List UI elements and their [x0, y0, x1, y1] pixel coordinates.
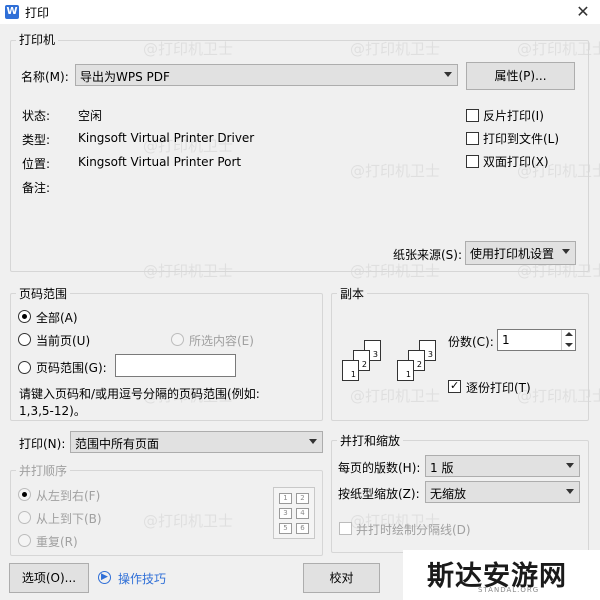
- top-to-bottom-label[interactable]: 从上到下(B): [36, 510, 102, 527]
- print-what-select[interactable]: 范围中所有页面: [70, 431, 323, 453]
- wps-app-icon: W: [5, 5, 19, 19]
- printer-name-select[interactable]: 导出为WPS PDF: [75, 64, 458, 86]
- page-sheet-icon: 1: [342, 360, 359, 381]
- pages-per-sheet-label: 每页的版数(H):: [338, 461, 421, 475]
- close-icon[interactable]: ✕: [572, 0, 594, 24]
- reverse-print-checkbox[interactable]: [466, 109, 479, 122]
- printer-group-label: 打印机: [16, 31, 59, 48]
- collate-pages-icon: 3 2 1: [397, 340, 447, 390]
- preview-cell: 1: [279, 493, 292, 504]
- spin-down-icon[interactable]: [561, 340, 575, 350]
- scale-select[interactable]: 无缩放: [425, 481, 580, 503]
- scale-value: 无缩放: [430, 487, 467, 501]
- page-range-group-label: 页码范围: [16, 285, 71, 302]
- reverse-print-label[interactable]: 反片打印(I): [483, 107, 544, 124]
- preview-cell: 4: [296, 508, 309, 519]
- left-to-right-label[interactable]: 从左到右(F): [36, 487, 100, 504]
- duplex-print-label[interactable]: 双面打印(X): [483, 153, 549, 170]
- brand-logo-subtext: STANDAL.ORG: [478, 586, 540, 594]
- range-selection-radio[interactable]: [171, 333, 184, 346]
- window-title: 打印: [25, 6, 50, 20]
- collate-order-preview: 1 2 3 4 5 6: [273, 487, 315, 539]
- print-what-label: 打印(N):: [19, 437, 66, 451]
- page-range-input[interactable]: [115, 354, 236, 377]
- top-to-bottom-radio[interactable]: [18, 511, 31, 524]
- collate-label[interactable]: 逐份打印(T): [466, 379, 531, 396]
- pages-per-sheet-select[interactable]: 1 版: [425, 455, 580, 477]
- play-icon: ▶: [98, 571, 111, 584]
- paper-source-label: 纸张来源(S):: [393, 248, 463, 262]
- printer-name-value: 导出为WPS PDF: [80, 70, 170, 84]
- title-bar: [0, 0, 600, 24]
- range-all-label[interactable]: 全部(A): [36, 309, 78, 326]
- collate-pages-icon: 3 2 1: [342, 340, 392, 390]
- range-pages-label[interactable]: 页码范围(G):: [36, 359, 107, 376]
- repeat-radio[interactable]: [18, 534, 31, 547]
- type-label: 类型:: [22, 133, 51, 147]
- proof-button[interactable]: 校对: [303, 563, 380, 593]
- print-to-file-checkbox[interactable]: [466, 132, 479, 145]
- page-sheet-icon: 1: [397, 360, 414, 381]
- scale-label: 按纸型缩放(Z):: [338, 487, 420, 501]
- location-label: 位置:: [22, 157, 51, 171]
- chevron-down-icon: [562, 249, 570, 254]
- status-value: 空闲: [78, 109, 103, 123]
- spin-up-icon[interactable]: [561, 330, 575, 340]
- copies-count-input[interactable]: 1: [497, 329, 576, 351]
- range-hint-line2: 1,3,5-12)。: [19, 404, 86, 418]
- print-to-file-label[interactable]: 打印到文件(L): [483, 130, 559, 147]
- preview-cell: 3: [279, 508, 292, 519]
- paper-source-value: 使用打印机设置: [470, 247, 555, 261]
- range-current-radio[interactable]: [18, 333, 31, 346]
- range-current-label[interactable]: 当前页(U): [36, 332, 90, 349]
- repeat-label[interactable]: 重复(R): [36, 533, 78, 550]
- range-selection-label[interactable]: 所选内容(E): [189, 332, 254, 349]
- chevron-down-icon: [309, 439, 317, 444]
- draw-separators-checkbox[interactable]: [339, 522, 352, 535]
- print-what-value: 范围中所有页面: [75, 437, 160, 451]
- draw-separators-label[interactable]: 并打时绘制分隔线(D): [356, 521, 471, 538]
- printer-name-label: 名称(M):: [21, 70, 69, 84]
- location-value: Kingsoft Virtual Printer Port: [78, 155, 242, 169]
- copies-count-value: 1: [502, 333, 510, 347]
- preview-cell: 5: [279, 523, 292, 534]
- range-all-radio[interactable]: [18, 310, 31, 323]
- options-button[interactable]: 选项(O)...: [9, 563, 89, 593]
- copies-group-label: 副本: [337, 285, 368, 302]
- preview-cell: 6: [296, 523, 309, 534]
- comment-label: 备注:: [22, 181, 51, 195]
- properties-button[interactable]: 属性(P)...: [466, 62, 575, 90]
- zoom-group-label: 并打和缩放: [337, 432, 404, 449]
- range-pages-radio[interactable]: [18, 361, 31, 374]
- collate-checkbox[interactable]: [448, 379, 461, 393]
- duplex-print-checkbox[interactable]: [466, 155, 479, 168]
- collate-order-group-label: 并打顺序: [16, 462, 71, 479]
- range-hint-line1: 请键入页码和/或用逗号分隔的页码范围(例如:: [19, 387, 260, 401]
- tips-link[interactable]: 操作技巧: [118, 570, 166, 587]
- left-to-right-radio[interactable]: [18, 488, 31, 501]
- type-value: Kingsoft Virtual Printer Driver: [78, 131, 255, 145]
- chevron-down-icon: [566, 489, 574, 494]
- copies-count-label: 份数(C):: [448, 335, 494, 349]
- pages-per-sheet-value: 1 版: [430, 461, 454, 475]
- paper-source-select[interactable]: 使用打印机设置: [465, 241, 576, 265]
- status-label: 状态:: [22, 109, 51, 123]
- chevron-down-icon: [444, 72, 452, 77]
- chevron-down-icon: [566, 463, 574, 468]
- preview-cell: 2: [296, 493, 309, 504]
